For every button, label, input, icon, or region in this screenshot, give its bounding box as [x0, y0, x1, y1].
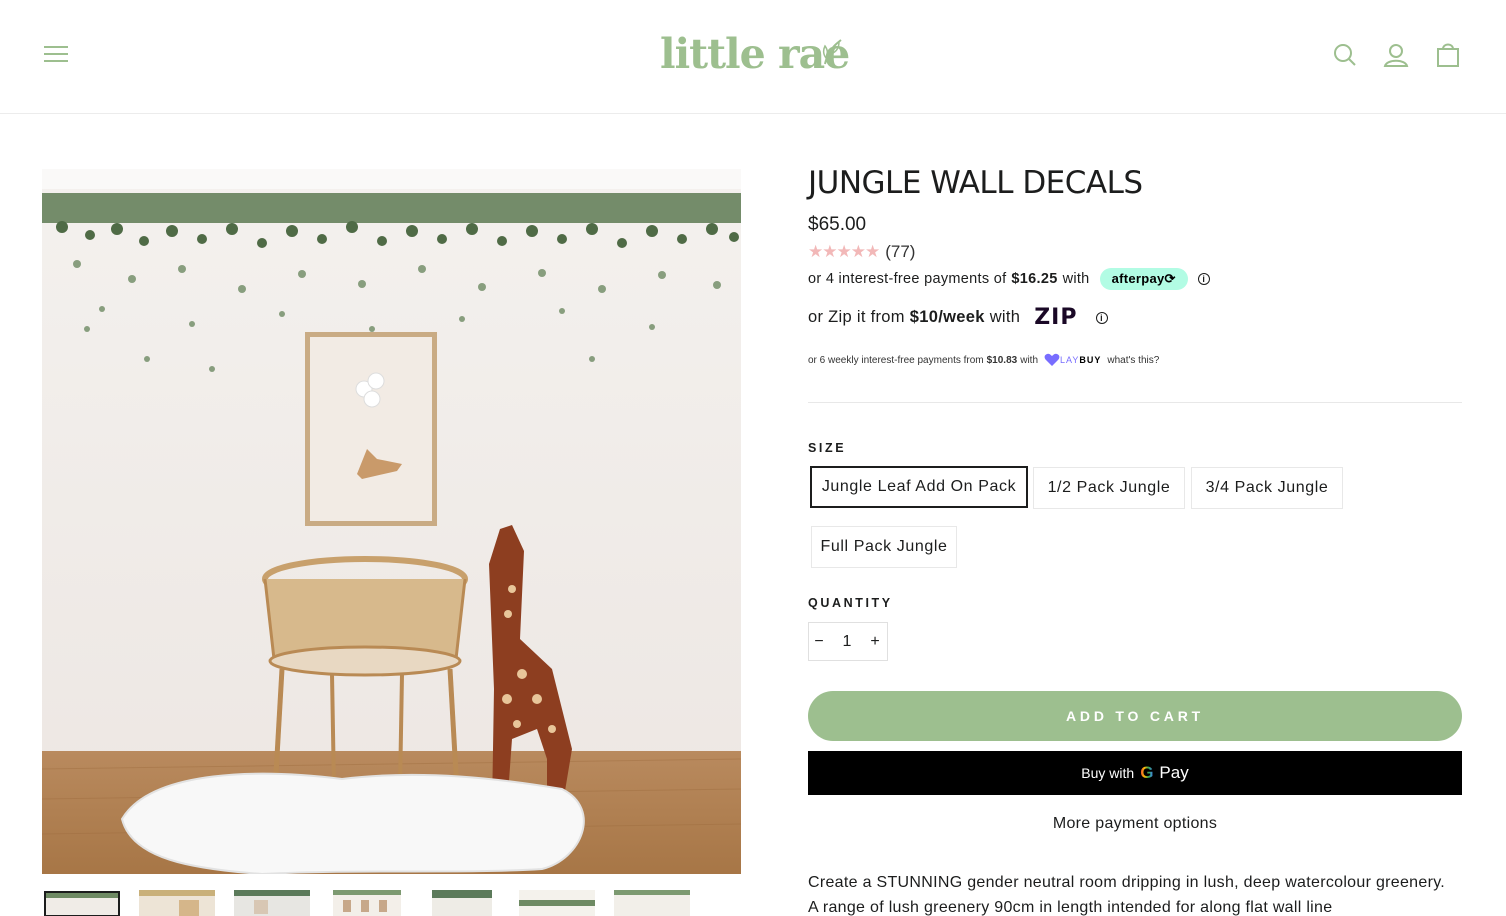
thumbnail-strip: [42, 888, 742, 916]
quantity-stepper: − +: [808, 622, 888, 661]
google-pay-button[interactable]: Buy with G Pay: [808, 751, 1462, 795]
laybuy-logo-bold: BUY: [1079, 355, 1102, 365]
thumbnail[interactable]: [234, 890, 310, 916]
quantity-decrease-button[interactable]: −: [809, 623, 829, 660]
zip-message: or Zip it from $10/week with ZIP i: [808, 305, 1108, 330]
product-description: Create a STUNNING gender neutral room dr…: [808, 874, 1446, 916]
afterpay-logo[interactable]: afterpay⟳: [1099, 268, 1188, 290]
size-option-three-quarter-pack[interactable]: 3/4 Pack Jungle: [1191, 467, 1343, 509]
info-icon[interactable]: i: [1095, 311, 1108, 324]
laybuy-amount: $10.83: [986, 354, 1018, 366]
quantity-input[interactable]: [829, 623, 865, 660]
size-label: SIZE: [808, 441, 847, 455]
zip-amount: $10/week: [909, 308, 985, 326]
thumbnail[interactable]: [519, 890, 595, 916]
afterpay-amount: $16.25: [1011, 271, 1058, 287]
size-option-full-pack[interactable]: Full Pack Jungle: [811, 526, 957, 568]
review-count: (77): [885, 242, 916, 261]
more-payment-options-link[interactable]: More payment options: [808, 815, 1462, 833]
add-to-cart-button[interactable]: ADD TO CART: [808, 691, 1462, 741]
hamburger-icon[interactable]: [44, 44, 68, 64]
google-g-icon: G: [1140, 763, 1154, 782]
account-icon[interactable]: [1381, 40, 1411, 70]
size-option-half-pack[interactable]: 1/2 Pack Jungle: [1033, 467, 1185, 509]
laybuy-message: or 6 weekly interest-free payments from …: [808, 353, 1159, 367]
laybuy-logo: LAY BUY: [1044, 353, 1101, 367]
laybuy-whats-this-link[interactable]: what's this?: [1107, 355, 1159, 366]
divider: [808, 402, 1462, 403]
zip-prefix: or Zip it from: [808, 308, 905, 326]
info-icon[interactable]: i: [1197, 273, 1210, 285]
thumbnail[interactable]: [44, 891, 120, 916]
star-rating-icon: ★★★★★: [808, 242, 880, 261]
laybuy-logo-light: LAY: [1060, 355, 1080, 365]
thumbnail[interactable]: [614, 890, 690, 916]
site-header: little rae: [0, 0, 1506, 114]
thumbnail[interactable]: [432, 890, 492, 916]
heart-icon: [1044, 353, 1060, 366]
laybuy-suffix: with: [1020, 354, 1039, 366]
thumbnail[interactable]: [139, 890, 215, 916]
afterpay-prefix: or 4 interest-free payments of: [808, 271, 1007, 287]
quantity-label: QUANTITY: [808, 596, 893, 610]
product-main-image[interactable]: [42, 169, 741, 874]
laybuy-prefix: or 6 weekly interest-free payments from: [808, 354, 984, 366]
afterpay-message: or 4 interest-free payments of $16.25 wi…: [808, 268, 1210, 290]
gpay-prefix: Buy with: [1081, 765, 1135, 781]
leaf-icon: [822, 39, 842, 65]
cart-icon[interactable]: [1433, 40, 1463, 70]
size-option-add-on-pack[interactable]: Jungle Leaf Add On Pack: [810, 466, 1028, 508]
afterpay-suffix: with: [1062, 271, 1090, 287]
product-title: JUNGLE WALL DECALS: [808, 165, 1143, 201]
quantity-increase-button[interactable]: +: [865, 623, 885, 660]
zip-logo[interactable]: ZIP: [1034, 305, 1077, 330]
nursery-scene-illustration: [42, 169, 741, 874]
product-price: $65.00: [808, 214, 867, 235]
product-rating[interactable]: ★★★★★ (77): [808, 242, 915, 262]
thumbnail[interactable]: [333, 890, 401, 916]
zip-suffix: with: [989, 308, 1021, 326]
gpay-label: Pay: [1159, 763, 1189, 782]
search-icon[interactable]: [1330, 40, 1360, 70]
